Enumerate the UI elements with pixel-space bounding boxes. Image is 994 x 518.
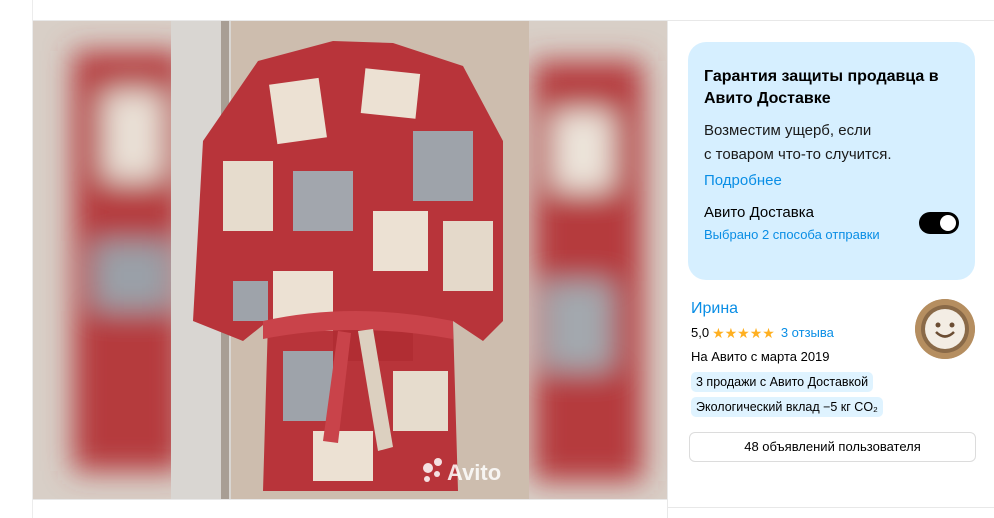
guarantee-title: Гарантия защиты продавца в Авито Доставк…	[704, 68, 939, 107]
product-photo[interactable]: Avito	[33, 21, 667, 499]
toggle-knob	[940, 215, 956, 231]
sales-badge: 3 продажи с Авито Доставкой	[691, 372, 874, 392]
bathrobe-photo-graphic: Avito	[33, 21, 667, 499]
seller-avatar[interactable]	[915, 299, 975, 359]
sidebar-bottom-divider	[668, 507, 994, 508]
gallery-bottom-divider	[33, 499, 667, 500]
delivery-toggle-row: Авито Доставка Выбрано 2 способа отправк…	[704, 202, 959, 242]
sidebar-divider	[667, 21, 668, 518]
rating-value: 5,0	[691, 325, 710, 340]
delivery-toggle[interactable]	[919, 212, 959, 234]
rating-stars-icon: ★★★★★	[712, 325, 775, 341]
user-ads-button[interactable]: 48 объявлений пользователя	[689, 432, 976, 462]
listing-page: Avito Гарантия защиты продавца в Авито Д…	[0, 0, 994, 518]
seller-guarantee-card: Гарантия защиты продавца в Авито Доставк…	[688, 42, 975, 280]
reviews-link[interactable]: 3 отзыва	[781, 324, 834, 342]
guarantee-text-line2: с товаром что-то случится.	[704, 146, 892, 163]
guarantee-text: Возместим ущерб, если с товаром что-то с…	[704, 119, 934, 167]
more-info-link[interactable]: Подробнее	[704, 169, 959, 193]
guarantee-text-line1: Возместим ущерб, если	[704, 122, 872, 139]
smiley-avatar-icon	[915, 299, 975, 359]
eco-badge[interactable]: Экологический вклад −5 кг CO₂	[691, 397, 883, 417]
avito-watermark: Avito	[447, 460, 501, 485]
